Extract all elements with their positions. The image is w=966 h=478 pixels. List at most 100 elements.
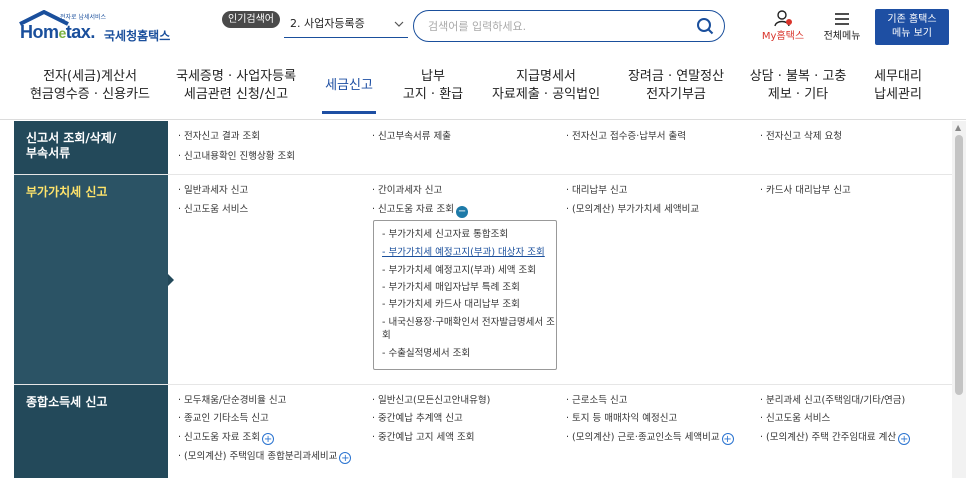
- nav-line1: 지급명세서: [516, 69, 576, 84]
- menu-link[interactable]: 신고도움 서비스: [760, 413, 830, 425]
- menu-link[interactable]: 토지 등 매매차익 예정신고: [566, 413, 677, 425]
- section-title[interactable]: 종합소득세 신고: [14, 385, 168, 478]
- nav-line1: 장려금 · 연말정산: [627, 69, 725, 84]
- menu-link[interactable]: 중간예납 고지 세액 조회: [372, 432, 474, 444]
- nav-line1: 국세증명 · 사업자등록: [176, 69, 297, 84]
- hamburger-icon: [835, 13, 849, 25]
- menu-link[interactable]: (모의계산) 부가가치세 세액비교: [566, 204, 699, 216]
- nav-certificates[interactable]: 국세증명 · 사업자등록 세금관련 신청/신고: [176, 68, 296, 112]
- menu-link[interactable]: 근로소득 신고: [566, 395, 627, 407]
- nav-line2: 자료제출 · 공익법인: [491, 87, 601, 102]
- scrollbar[interactable]: ▲: [952, 121, 966, 478]
- submenu-link[interactable]: - 수출실적명세서 조회: [382, 348, 470, 360]
- submenu-link[interactable]: - 부가가치세 신고자료 통합조회: [382, 229, 508, 241]
- menu-link[interactable]: 전자신고 결과 조회: [178, 131, 260, 143]
- hometax-logo[interactable]: 전자로 납세서비스 Hometax. 국세청홈택스: [18, 8, 178, 48]
- nav-line2: 납세관리: [874, 87, 922, 102]
- nav-line2: 현금영수증 · 신용카드: [29, 87, 151, 102]
- menu-link-expandable[interactable]: 신고도움 자료 조회−: [372, 204, 469, 218]
- menu-link-label: 신고도움 자료 조회: [378, 204, 455, 215]
- submenu-panel: - 부가가치세 신고자료 통합조회 - 부가가치세 예정고지(부과) 대상자 조…: [373, 220, 557, 370]
- menu-link-label: (모의계산) 주택 간주임대료 계산: [766, 432, 897, 443]
- menu-link[interactable]: 종교인 기타소득 신고: [178, 413, 269, 425]
- search-box: [413, 10, 725, 42]
- logo-subtitle: 전자로 납세서비스: [60, 14, 107, 21]
- nav-e-invoice[interactable]: 전자(세금)계산서 현금영수증 · 신용카드: [28, 68, 152, 112]
- menu-link[interactable]: 중간예납 추계액 신고: [372, 413, 463, 425]
- all-menu-label: 전체메뉴: [823, 31, 861, 42]
- submenu-link[interactable]: - 부가가치세 카드사 대리납부 조회: [382, 299, 520, 311]
- submenu-link-highlighted[interactable]: - 부가가치세 예정고지(부과) 대상자 조회: [382, 247, 545, 259]
- section-vat: 부가가치세 신고 일반과세자 신고 간이과세자 신고 대리납부 신고 카드사 대…: [14, 175, 952, 385]
- nav-line2: 고지 · 환급: [402, 87, 464, 102]
- old-menu-line2: 메뉴 보기: [892, 28, 932, 39]
- menu-link-expandable[interactable]: (모의계산) 주택 간주임대료 계산+: [760, 432, 911, 445]
- scroll-thumb[interactable]: [955, 135, 963, 395]
- nav-tax-agent[interactable]: 세무대리 납세관리: [866, 68, 930, 112]
- menu-link-label: (모의계산) 주택임대 종합분리과세비교: [184, 451, 338, 462]
- nav-line1: 전자(세금)계산서: [43, 69, 137, 84]
- nav-line2: 전자기부금: [646, 87, 706, 102]
- popular-search-value: 2. 사업자등록증: [290, 17, 365, 30]
- section-title-line1: 부가가치세 신고: [26, 185, 108, 199]
- menu-link[interactable]: 간이과세자 신고: [372, 185, 442, 197]
- menu-link[interactable]: 일반신고(모든신고안내유형): [372, 395, 490, 407]
- nav-consulting[interactable]: 상담 · 불복 · 고충 제보 · 기타: [748, 68, 848, 112]
- submenu-link-wrap[interactable]: 회: [382, 330, 391, 342]
- menu-link[interactable]: 전자신고 접수증·납부서 출력: [566, 131, 686, 143]
- menu-link[interactable]: 일반과세자 신고: [178, 185, 248, 197]
- menu-link[interactable]: 모두채움/단순경비율 신고: [178, 395, 286, 407]
- old-menu-button[interactable]: 기존 홈택스 메뉴 보기: [875, 9, 949, 45]
- expand-arrow-icon: [168, 273, 174, 286]
- menu-link[interactable]: 전자신고 삭제 요청: [760, 131, 842, 143]
- nav-line1: 상담 · 불복 · 고충: [749, 69, 847, 84]
- menu-link-expandable[interactable]: 신고도움 자료 조회+: [178, 432, 275, 445]
- menu-link[interactable]: 신고부속서류 제출: [372, 131, 451, 143]
- user-icon: [774, 10, 792, 27]
- menu-link[interactable]: 신고내용확인 진행상황 조회: [178, 151, 295, 163]
- section-income-tax: 종합소득세 신고 모두채움/단순경비율 신고 일반신고(모든신고안내유형) 근로…: [14, 385, 952, 478]
- menu-link[interactable]: 카드사 대리납부 신고: [760, 185, 851, 197]
- nav-line1: 납부: [421, 69, 445, 84]
- menu-link-expandable[interactable]: (모의계산) 근로·종교인소득 세액비교+: [566, 432, 734, 445]
- popular-search-badge: 인기검색어: [222, 11, 280, 28]
- search-input[interactable]: [428, 17, 688, 35]
- submenu-link[interactable]: - 부가가치세 예정고지(부과) 세액 조회: [382, 265, 536, 277]
- scroll-up-icon[interactable]: ▲: [955, 123, 961, 132]
- nav-payment[interactable]: 납부 고지 · 환급: [398, 68, 468, 112]
- expand-plus-icon[interactable]: +: [898, 433, 911, 445]
- menu-link[interactable]: 분리과세 신고(주택임대/기타/연금): [760, 395, 905, 407]
- nav-line2: 제보 · 기타: [767, 87, 829, 102]
- submenu-link[interactable]: - 부가가치세 매입자납부 특례 조회: [382, 282, 520, 294]
- section-report-lookup: 신고서 조회/삭제/ 부속서류 전자신고 결과 조회 신고부속서류 제출 전자신…: [14, 121, 952, 175]
- nav-line1: 세무대리: [874, 69, 922, 84]
- section-title-line1: 신고서 조회/삭제/: [26, 131, 117, 145]
- nav-tax-report[interactable]: 세금신고: [322, 68, 376, 114]
- nav-incentive[interactable]: 장려금 · 연말정산 전자기부금: [624, 68, 728, 112]
- section-title-line2: 부속서류: [26, 146, 71, 160]
- menu-link[interactable]: 신고도움 서비스: [178, 204, 248, 216]
- submenu-link[interactable]: - 내국신용장·구매확인서 전자발급명세서 조: [382, 317, 555, 329]
- expand-plus-icon[interactable]: +: [262, 433, 275, 445]
- menu-link-label: 신고도움 자료 조회: [184, 432, 261, 443]
- my-hometax-button[interactable]: My홈택스: [757, 10, 809, 44]
- menu-link-label: (모의계산) 근로·종교인소득 세액비교: [572, 432, 720, 443]
- menu-link[interactable]: 대리납부 신고: [566, 185, 627, 197]
- menu-content: 신고서 조회/삭제/ 부속서류 전자신고 결과 조회 신고부속서류 제출 전자신…: [14, 121, 952, 478]
- chevron-down-icon: [394, 12, 404, 46]
- search-icon[interactable]: [696, 17, 714, 35]
- nav-payment-statement[interactable]: 지급명세서 자료제출 · 공익법인: [490, 68, 602, 112]
- section-title[interactable]: 신고서 조회/삭제/ 부속서류: [14, 121, 168, 174]
- collapse-minus-icon[interactable]: −: [456, 206, 469, 218]
- section-title-line1: 종합소득세 신고: [26, 395, 108, 409]
- logo-wordmark: Hometax.: [20, 22, 95, 42]
- all-menu-button[interactable]: 전체메뉴: [816, 10, 868, 44]
- my-hometax-label: My홈택스: [761, 31, 805, 42]
- popular-search-select[interactable]: 2. 사업자등록증: [284, 12, 408, 38]
- expand-plus-icon[interactable]: +: [721, 433, 734, 445]
- nav-line1: 세금신고: [325, 78, 373, 93]
- main-nav: 전자(세금)계산서 현금영수증 · 신용카드 국세증명 · 사업자등록 세금관련…: [0, 58, 966, 120]
- menu-link-expandable[interactable]: (모의계산) 주택임대 종합분리과세비교+: [178, 451, 352, 464]
- section-title[interactable]: 부가가치세 신고: [14, 175, 174, 384]
- expand-plus-icon[interactable]: +: [339, 452, 352, 464]
